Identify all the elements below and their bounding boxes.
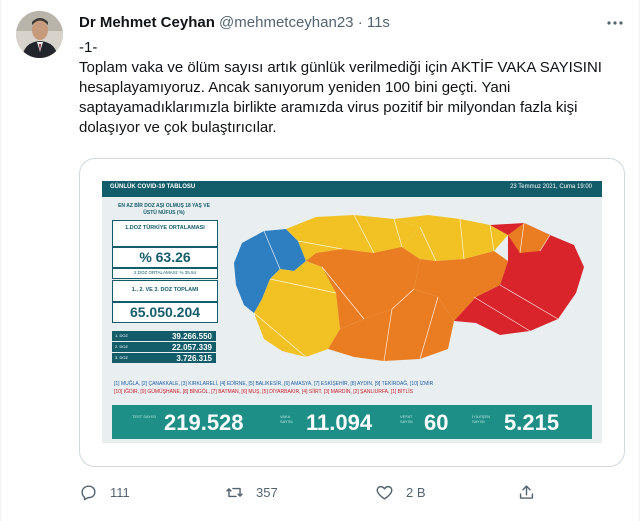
dose1-average-label-box: 1.DOZ TÜRKİYE ORTALAMASI bbox=[112, 220, 218, 247]
province-legend: [1] MUĞLA, [2] ÇANAKKALE, [3] KIRKLARELİ… bbox=[114, 380, 594, 396]
stat-value: 5.215 bbox=[504, 410, 560, 435]
dose-total-label-box: 1., 2. VE 3. DOZ TOPLAMI bbox=[112, 280, 218, 302]
daily-stats-bar: TEST SAYISI 219.528 VAKA SAYISI 11.094 V… bbox=[112, 405, 592, 439]
share-icon bbox=[519, 484, 534, 499]
dose1-average-label: 1.DOZ TÜRKİYE ORTALAMASI bbox=[125, 225, 205, 231]
retweet-icon bbox=[226, 487, 243, 497]
tweet-media-card[interactable]: GÜNLÜK COVID-19 TABLOSU 23 Temmuz 2021, … bbox=[79, 158, 625, 467]
retweet-count: 357 bbox=[256, 484, 278, 500]
stat-value: 219.528 bbox=[164, 410, 244, 435]
legend-highest-provinces: [1] MUĞLA, [2] ÇANAKKALE, [3] KIRKLARELİ… bbox=[114, 381, 434, 387]
like-button[interactable]: 2 B bbox=[375, 481, 426, 503]
dose-row-value: 22.057.339 bbox=[171, 343, 212, 352]
timeline-border-left bbox=[0, 0, 1, 521]
infographic-title-bar: GÜNLÜK COVID-19 TABLOSU 23 Temmuz 2021, … bbox=[102, 181, 602, 197]
dose-row-value: 3.726.315 bbox=[176, 354, 212, 363]
reply-icon bbox=[81, 484, 96, 500]
dose-breakdown: 1. DOZ 39.266.550 2. DOZ 22.057.339 3. D… bbox=[112, 331, 216, 364]
dose-row-label: 2. DOZ bbox=[115, 344, 128, 349]
stat-value: 60 bbox=[424, 410, 449, 435]
vaccination-panel-title: EN AZ BİR DOZ AŞI OLMUŞ 18 YAŞ VE ÜSTÜ N… bbox=[118, 203, 210, 216]
dose2-average: 2.DOZ ORTALAMASI: % 35.54 bbox=[133, 270, 197, 275]
dose1-average-value-box: % 63.26 bbox=[112, 247, 218, 268]
tweet-header: Dr Mehmet Ceyhan @mehmetceyhan23 · 11s bbox=[79, 13, 390, 33]
covid-infographic-image: GÜNLÜK COVID-19 TABLOSU 23 Temmuz 2021, … bbox=[102, 181, 602, 443]
tweet-timestamp[interactable]: 11s bbox=[367, 14, 390, 31]
author-handle[interactable]: @mehmetceyhan23 bbox=[219, 14, 353, 31]
stat-value: 11.094 bbox=[306, 410, 373, 435]
tweet-text: -1- Toplam vaka ve ölüm sayısı artık gün… bbox=[79, 38, 609, 138]
dose-row: 3. DOZ 3.726.315 bbox=[112, 353, 216, 363]
reply-count: 111 bbox=[110, 484, 130, 500]
like-count: 2 B bbox=[406, 484, 426, 500]
dose-row-label: 1. DOZ bbox=[115, 333, 128, 338]
stat-label: VEFAT SAYISI bbox=[400, 414, 413, 424]
tweet-text-line: Toplam vaka ve ölüm sayısı artık günlük … bbox=[79, 59, 602, 136]
stat-label: İYİLEŞEN SAYISI bbox=[472, 414, 491, 424]
stat-label: TEST SAYISI bbox=[132, 414, 156, 419]
dose-total-value-box: 65.050.204 bbox=[112, 302, 218, 323]
share-button[interactable] bbox=[517, 481, 536, 503]
dose-total-value: 65.050.204 bbox=[129, 304, 201, 320]
turkey-vaccination-map bbox=[234, 214, 584, 362]
legend-lowest-provinces: [10] IĞDIR, [9] GÜMÜŞHANE, [8] BİNGÖL, [… bbox=[114, 389, 413, 395]
heart-icon bbox=[376, 485, 393, 500]
more-dots-icon[interactable] bbox=[604, 13, 626, 33]
dose2-average-box: 2.DOZ ORTALAMASI: % 35.54 bbox=[112, 268, 218, 279]
dose-row: 1. DOZ 39.266.550 bbox=[112, 331, 216, 341]
dose-row-label: 3. DOZ bbox=[115, 355, 128, 360]
avatar[interactable] bbox=[16, 11, 63, 58]
tweet-text-line: -1- bbox=[79, 39, 98, 56]
infographic-date: 23 Temmuz 2021, Cuma 19:00 bbox=[510, 184, 592, 190]
dose1-average-value: % 63.26 bbox=[139, 249, 191, 265]
retweet-button[interactable]: 357 bbox=[225, 481, 278, 503]
dose-total-label: 1., 2. VE 3. DOZ TOPLAMI bbox=[131, 287, 199, 293]
infographic-title: GÜNLÜK COVID-19 TABLOSU bbox=[110, 184, 196, 190]
stat-label: VAKA SAYISI bbox=[280, 414, 293, 424]
dose-row: 2. DOZ 22.057.339 bbox=[112, 342, 216, 352]
tweet-action-bar: 111 357 2 B bbox=[79, 481, 549, 505]
avatar-photo bbox=[16, 11, 63, 58]
header-separator: · bbox=[357, 14, 363, 31]
author-name[interactable]: Dr Mehmet Ceyhan bbox=[79, 14, 215, 31]
reply-button[interactable]: 111 bbox=[79, 481, 130, 503]
dose-row-value: 39.266.550 bbox=[171, 332, 212, 341]
